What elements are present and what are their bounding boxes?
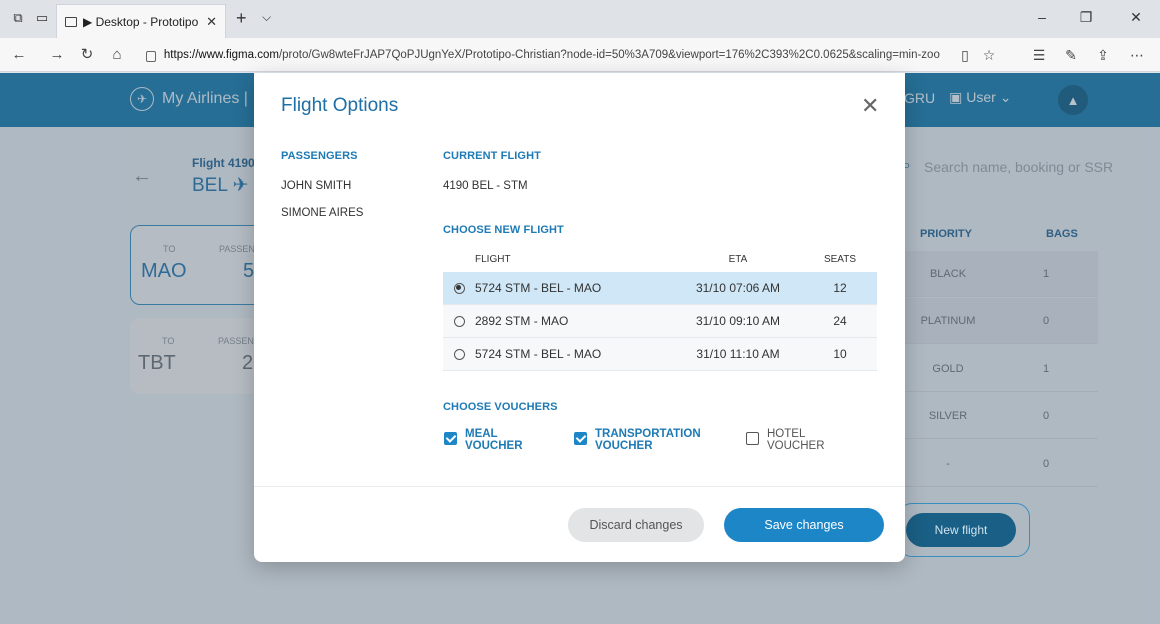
radio-button[interactable] <box>453 282 465 294</box>
chevron-down-icon[interactable]: ⌵ <box>262 10 271 25</box>
col-flight-header: FLIGHT <box>475 253 511 265</box>
forward-icon[interactable]: → <box>48 46 66 64</box>
lock-icon <box>146 50 156 62</box>
close-icon[interactable]: ✕ <box>861 95 879 117</box>
pen-icon[interactable]: ✎ <box>1062 47 1080 64</box>
back-icon[interactable]: ← <box>10 46 28 64</box>
new-flight-button[interactable]: New flight <box>906 513 1016 547</box>
favorites-icon[interactable]: ☰ <box>1030 47 1048 64</box>
favorite-star-icon[interactable]: ☆ <box>980 47 998 64</box>
browser-addressbar: ← → ↻ ⌂ https://www.figma.com/proto/Gw8w… <box>0 38 1160 72</box>
voucher-options: MEAL VOUCHER TRANSPORTATION VOUCHER HOTEL V… <box>444 428 884 452</box>
col-eta-header: ETA <box>728 253 748 265</box>
choose-flight-heading: CHOOSE NEW FLIGHT <box>443 224 564 236</box>
more-icon[interactable]: ⋯ <box>1128 47 1146 64</box>
restore-icon[interactable]: ❐ <box>1076 9 1096 26</box>
url-text: https://www.figma.com/proto/Gw8wteFrJAP7… <box>163 49 940 61</box>
radio-button[interactable] <box>453 315 465 327</box>
modal-divider <box>254 486 905 487</box>
tab-title: ▶ Desktop - Prototipo C <box>83 14 201 29</box>
checkbox-unchecked-icon[interactable] <box>746 432 759 445</box>
close-tab-icon[interactable]: ✕ <box>206 14 217 30</box>
url-field[interactable]: https://www.figma.com/proto/Gw8wteFrJAP7… <box>140 43 940 67</box>
flight-option-row[interactable]: 5724 STM - BEL - MAO 31/10 11:10 AM 10 <box>443 338 877 371</box>
transportation-voucher-checkbox[interactable]: TRANSPORTATION VOUCHER <box>574 428 746 452</box>
vouchers-heading: CHOOSE VOUCHERS <box>443 401 558 413</box>
save-changes-button[interactable]: Save changes <box>724 508 884 542</box>
checkbox-checked-icon[interactable] <box>444 432 457 445</box>
tab-collections-icon[interactable]: ▭ <box>34 10 50 26</box>
close-window-icon[interactable]: ✕ <box>1126 9 1146 26</box>
modal-title: Flight Options <box>281 95 399 116</box>
meal-voucher-checkbox[interactable]: MEAL VOUCHER <box>444 428 574 452</box>
flight-table: FLIGHT ETA SEATS 5724 STM - BEL - MAO 31… <box>443 246 877 371</box>
current-flight-heading: CURRENT FLIGHT <box>443 150 541 162</box>
reading-view-icon[interactable]: ▯ <box>956 47 974 64</box>
checkbox-checked-icon[interactable] <box>574 432 587 445</box>
tab-actions-icon[interactable]: ⧉ <box>10 10 26 26</box>
flight-option-row[interactable]: 2892 STM - MAO 31/10 09:10 AM 24 <box>443 305 877 338</box>
minimize-icon[interactable]: – <box>1032 9 1052 25</box>
refresh-icon[interactable]: ↻ <box>78 46 96 64</box>
hotel-voucher-checkbox[interactable]: HOTEL VOUCHER <box>746 428 866 452</box>
flight-option-row[interactable]: 5724 STM - BEL - MAO 31/10 07:06 AM 12 <box>443 272 877 305</box>
passengers-heading: PASSENGERS <box>281 150 358 162</box>
browser-tab[interactable]: ▶ Desktop - Prototipo C ✕ <box>56 4 226 38</box>
discard-changes-button[interactable]: Discard changes <box>568 508 704 542</box>
page-icon <box>65 16 77 27</box>
current-flight-value: 4190 BEL - STM <box>443 180 528 192</box>
home-icon[interactable]: ⌂ <box>108 46 126 64</box>
share-icon[interactable]: ⇪ <box>1094 47 1112 64</box>
new-tab-icon[interactable]: + <box>236 8 247 29</box>
radio-button[interactable] <box>453 348 465 360</box>
passenger-name: JOHN SMITH <box>281 180 352 192</box>
flight-table-header: FLIGHT ETA SEATS <box>443 246 877 272</box>
flight-options-modal: Flight Options ✕ PASSENGERS JOHN SMITH S… <box>254 73 905 562</box>
browser-tabbar: ⧉ ▭ ▶ Desktop - Prototipo C ✕ + ⌵ – ❐ ✕ <box>0 0 1160 38</box>
col-seats-header: SEATS <box>823 253 857 265</box>
passenger-name: SIMONE AIRES <box>281 207 364 219</box>
